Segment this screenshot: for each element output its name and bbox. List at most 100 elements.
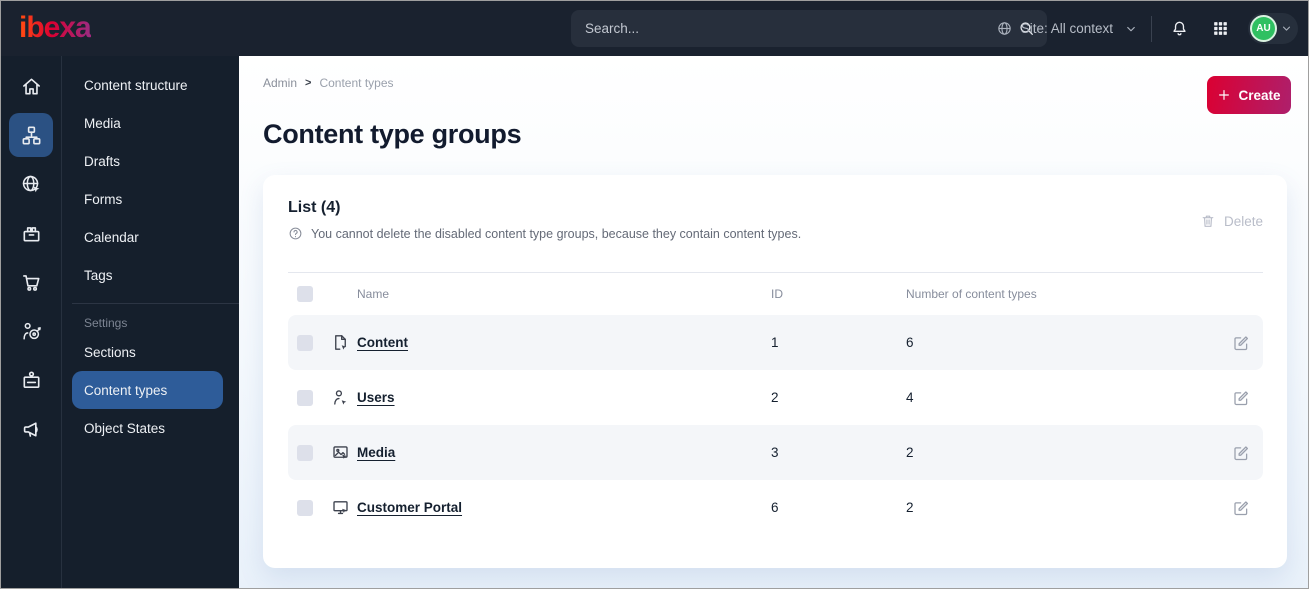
sidebar-item-drafts[interactable]: Drafts [72, 142, 223, 180]
edit-icon [1232, 334, 1250, 352]
search-input[interactable] [585, 21, 1018, 36]
topbar-divider [1151, 15, 1152, 42]
sidebar-item-label: Content types [84, 382, 168, 398]
table-row: Media 3 2 [288, 425, 1263, 480]
edit-button[interactable] [1219, 389, 1263, 407]
commerce-icon [20, 271, 43, 294]
group-name-link[interactable]: Media [351, 445, 771, 460]
notifications-button[interactable] [1166, 15, 1193, 42]
product-catalog-icon [20, 222, 43, 245]
group-id: 1 [771, 335, 779, 350]
table-header: Name ID Number of content types [288, 273, 1263, 315]
card-header: List (4) You cannot delete the disabled … [263, 175, 1287, 272]
topbar: ibexa Site: All context AU [1, 1, 1308, 56]
sidebar-menu: Content structure Media Drafts Forms Cal… [61, 56, 239, 588]
group-count: 4 [906, 390, 914, 405]
table-row: Content 1 6 [288, 315, 1263, 370]
search-bar[interactable] [571, 10, 1047, 47]
group-id: 3 [771, 445, 779, 460]
file-icon [331, 333, 350, 352]
sidebar-item-label: Sections [84, 344, 136, 360]
help-icon [288, 226, 303, 241]
sidebar-item-content-types[interactable]: Content types [72, 371, 223, 409]
group-name-link[interactable]: Content [351, 335, 771, 350]
group-id: 6 [771, 500, 779, 515]
sidebar-item-sections[interactable]: Sections [72, 333, 223, 371]
home-icon [20, 75, 43, 98]
marketing-icon [20, 418, 43, 441]
group-count: 2 [906, 500, 914, 515]
content-type-groups-card: List (4) You cannot delete the disabled … [263, 175, 1287, 568]
group-name-link[interactable]: Customer Portal [351, 500, 771, 515]
corporate-icon [20, 369, 43, 392]
breadcrumb-current: Content types [319, 76, 394, 90]
menu-divider [72, 303, 239, 304]
list-hint-text: You cannot delete the disabled content t… [311, 226, 802, 241]
group-count: 2 [906, 445, 914, 460]
sidebar-item-label: Drafts [84, 153, 121, 169]
topbar-right: Site: All context AU [996, 1, 1298, 56]
rail-item-content-structure[interactable] [9, 113, 53, 157]
grid-icon [1211, 19, 1230, 38]
sidebar-item-label: Media [84, 115, 121, 131]
content-type-groups-table: Name ID Number of content types Content … [288, 272, 1263, 535]
bell-icon [1170, 19, 1189, 38]
rail-item-site[interactable] [9, 162, 53, 206]
sidebar-item-label: Content structure [84, 77, 188, 93]
apps-grid-button[interactable] [1207, 15, 1234, 42]
rail-item-product-catalog[interactable] [9, 211, 53, 255]
settings-section-label: Settings [84, 316, 128, 330]
rail-item-marketing[interactable] [9, 407, 53, 451]
sidebar-item-media[interactable]: Media [72, 104, 223, 142]
sidebar-item-object-states[interactable]: Object States [72, 409, 223, 447]
main-content: Admin > Content types Create Content typ… [239, 56, 1308, 588]
trash-icon [1200, 213, 1216, 229]
edit-button[interactable] [1219, 334, 1263, 352]
create-button[interactable]: Create [1207, 76, 1291, 114]
group-count: 6 [906, 335, 914, 350]
sidebar-item-label: Tags [84, 267, 113, 283]
column-id: ID [771, 287, 783, 301]
edit-button[interactable] [1219, 499, 1263, 517]
edit-icon [1232, 499, 1250, 517]
rail-item-commerce[interactable] [9, 260, 53, 304]
chevron-down-icon [1281, 23, 1292, 34]
page-title: Content type groups [263, 119, 522, 149]
monitor-icon [331, 498, 350, 517]
content-structure-icon [20, 124, 43, 147]
screen: ibexa Site: All context AU [0, 0, 1309, 589]
column-name: Name [357, 287, 390, 301]
sidebar-item-label: Calendar [84, 229, 139, 245]
row-checkbox[interactable] [297, 499, 313, 516]
group-name-link[interactable]: Users [351, 390, 771, 405]
sidebar-item-tags[interactable]: Tags [72, 256, 223, 294]
globe-icon [996, 20, 1013, 37]
plus-icon [1217, 88, 1231, 102]
site-context-selector[interactable]: Site: All context [996, 20, 1137, 37]
row-checkbox[interactable] [297, 444, 313, 461]
breadcrumb: Admin > Content types [263, 76, 1287, 90]
breadcrumb-separator: > [305, 77, 312, 89]
site-context-label: Site: All context [1020, 21, 1113, 36]
sidebar-item-calendar[interactable]: Calendar [72, 218, 223, 256]
edit-button[interactable] [1219, 444, 1263, 462]
row-checkbox[interactable] [297, 389, 313, 406]
user-icon [331, 388, 350, 407]
rail-item-home[interactable] [9, 64, 53, 108]
user-menu[interactable]: AU [1248, 13, 1298, 44]
icon-rail [1, 56, 61, 588]
delete-button[interactable]: Delete [1200, 213, 1263, 229]
rail-item-corporate[interactable] [9, 358, 53, 402]
rail-item-personalization[interactable] [9, 309, 53, 353]
image-icon [331, 443, 350, 462]
personalization-icon [20, 320, 43, 343]
row-checkbox[interactable] [297, 334, 313, 351]
ibexa-logo[interactable]: ibexa [19, 11, 92, 45]
breadcrumb-admin[interactable]: Admin [263, 76, 297, 90]
table-row: Users 2 4 [288, 370, 1263, 425]
group-id: 2 [771, 390, 779, 405]
sidebar-item-content-structure[interactable]: Content structure [72, 66, 223, 104]
sidebar-item-forms[interactable]: Forms [72, 180, 223, 218]
chevron-down-icon [1125, 23, 1137, 35]
select-all-checkbox[interactable] [297, 286, 313, 302]
